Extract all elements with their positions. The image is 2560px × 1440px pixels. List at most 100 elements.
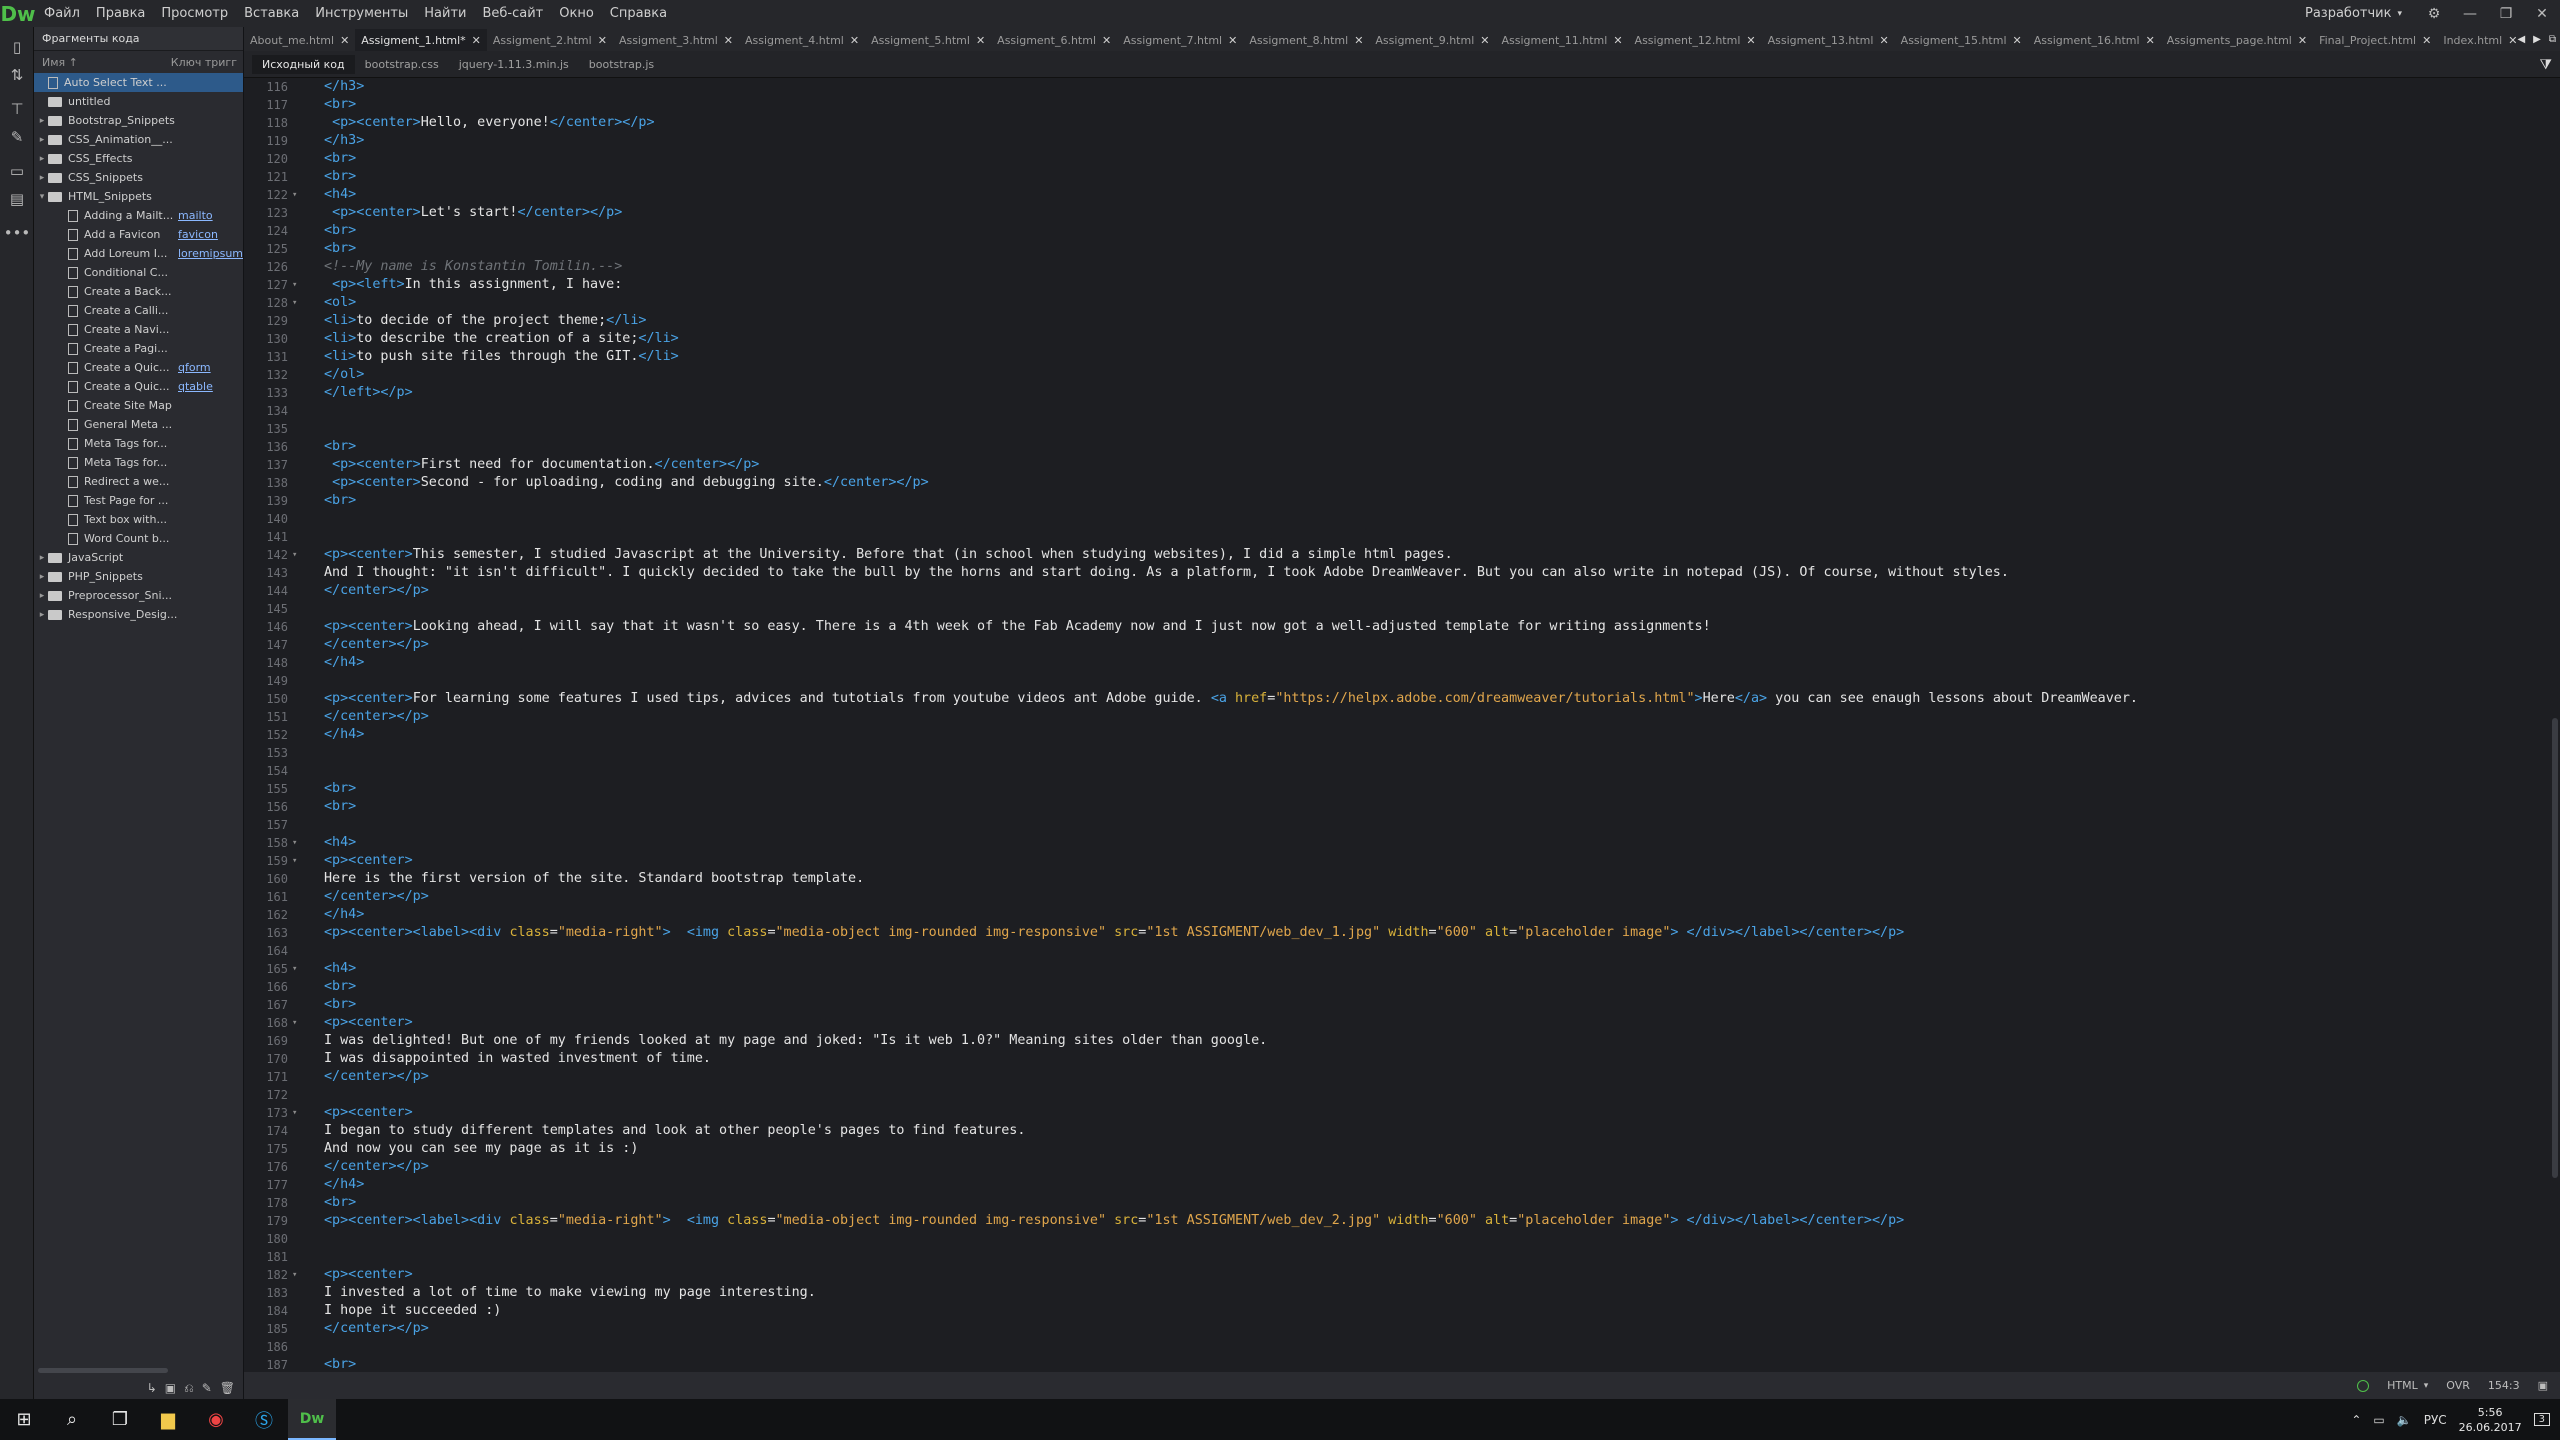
code-line[interactable]: 173 ▾ <p><center> [244, 1104, 2550, 1122]
snippet-item[interactable]: Create a Navi... [34, 320, 243, 339]
fold-chevron-icon[interactable]: ▾ [292, 834, 304, 852]
code-line[interactable]: 130 <li>to describe the creation of a sit… [244, 330, 2550, 348]
snippet-item[interactable]: Add Loreum I... loremipsum [34, 244, 243, 263]
document-tab[interactable]: Assigment_16.html ✕ [2028, 29, 2161, 51]
close-window-button[interactable]: ✕ [2524, 0, 2560, 27]
document-tab[interactable]: Assigment_2.html ✕ [487, 29, 613, 51]
snippet-item[interactable]: Create a Calli... [34, 301, 243, 320]
chevron-right-icon[interactable]: ▸ [36, 572, 48, 582]
snippet-item[interactable]: Add a Favicon favicon [34, 225, 243, 244]
code-line[interactable]: 119 </h3> [244, 132, 2550, 150]
tab-left-icon[interactable]: ◀ [2517, 34, 2525, 45]
snippet-folder[interactable]: ▸ CSS_Effects [34, 149, 243, 168]
code-line[interactable]: 175 And now you can see my page as it is … [244, 1140, 2550, 1158]
windows-start-icon[interactable]: ⊞ [0, 1399, 48, 1440]
code-line[interactable]: 133 </left></p> [244, 384, 2550, 402]
document-tab[interactable]: Assigment_1.html* ✕ [355, 29, 487, 51]
code-line[interactable]: 164 [244, 942, 2550, 960]
chrome-icon[interactable]: ◉ [192, 1399, 240, 1440]
document-tab[interactable]: About_me.html ✕ [244, 29, 355, 51]
column-name[interactable]: Имя ↑ [42, 56, 78, 69]
close-tab-icon[interactable]: ✕ [2013, 34, 2022, 47]
code-line[interactable]: 120 <br> [244, 150, 2550, 168]
more-icon[interactable]: ••• [0, 219, 34, 247]
code-line[interactable]: 128 ▾ <ol> [244, 294, 2550, 312]
snippet-folder[interactable]: ▸ PHP_Snippets [34, 567, 243, 586]
snippet-item[interactable]: Word Count b... [34, 529, 243, 548]
close-tab-icon[interactable]: ✕ [724, 34, 733, 47]
snippet-folder[interactable]: untitled [34, 92, 243, 111]
code-line[interactable]: 135 [244, 420, 2550, 438]
tab-detach-icon[interactable]: ⧉ [2549, 34, 2556, 45]
related-file[interactable]: Исходный код [252, 54, 355, 74]
document-tab[interactable]: Assigment_15.html ✕ [1895, 29, 2028, 51]
close-tab-icon[interactable]: ✕ [850, 34, 859, 47]
fold-chevron-icon[interactable]: ▾ [292, 294, 304, 312]
fold-chevron-icon[interactable]: ▾ [292, 1014, 304, 1032]
chevron-right-icon[interactable]: ▸ [36, 553, 48, 563]
code-line[interactable]: 163 <p><center><label><div class="media-r… [244, 924, 2550, 942]
code-line[interactable]: 183 I invested a lot of time to make view… [244, 1284, 2550, 1302]
edit-snippet-icon[interactable]: ✎ [202, 1381, 212, 1395]
close-tab-icon[interactable]: ✕ [1228, 34, 1237, 47]
code-line[interactable]: 180 [244, 1230, 2550, 1248]
code-line[interactable]: 184 I hope it succeeded :) [244, 1302, 2550, 1320]
delete-icon[interactable]: 🗑 [220, 1381, 235, 1395]
snippet-folder[interactable]: ▸ Responsive_Desig... [34, 605, 243, 624]
code-line[interactable]: 140 [244, 510, 2550, 528]
code-line[interactable]: 153 [244, 744, 2550, 762]
close-tab-icon[interactable]: ✕ [1480, 34, 1489, 47]
menu-item[interactable]: Правка [88, 0, 153, 27]
volume-icon[interactable]: 🔈 [2397, 1413, 2412, 1427]
related-file[interactable]: bootstrap.js [579, 55, 664, 74]
code-line[interactable]: 152 </h4> [244, 726, 2550, 744]
snippet-item[interactable]: Test Page for ... [34, 491, 243, 510]
close-tab-icon[interactable]: ✕ [2508, 34, 2517, 47]
preview-icon[interactable]: ▣ [2538, 1379, 2548, 1392]
fold-chevron-icon[interactable]: ▾ [292, 852, 304, 870]
code-line[interactable]: 155 <br> [244, 780, 2550, 798]
code-editor[interactable]: 116 </h3> 117 <br> 118 <p><center>Hello, eve… [244, 78, 2550, 1372]
document-tab[interactable]: Assigments_page.html ✕ [2161, 29, 2313, 51]
close-tab-icon[interactable]: ✕ [2298, 34, 2307, 47]
code-line[interactable]: 150 <p><center>For learning some features… [244, 690, 2550, 708]
snippet-item[interactable]: Create a Quic... qtable [34, 377, 243, 396]
code-line[interactable]: 176 </center></p> [244, 1158, 2550, 1176]
notification-icon[interactable]: 3 [2533, 1413, 2550, 1426]
document-tab[interactable]: Assigment_6.html ✕ [991, 29, 1117, 51]
git-icon[interactable]: ⇅ [0, 61, 34, 89]
code-line[interactable]: 185 </center></p> [244, 1320, 2550, 1338]
close-tab-icon[interactable]: ✕ [976, 34, 985, 47]
menu-item[interactable]: Окно [551, 0, 602, 27]
code-line[interactable]: 178 <br> [244, 1194, 2550, 1212]
code-line[interactable]: 182 ▾ <p><center> [244, 1266, 2550, 1284]
dom-icon[interactable]: ▭ [0, 157, 34, 185]
skype-icon[interactable]: Ⓢ [240, 1399, 288, 1440]
snippet-item[interactable]: Meta Tags for... [34, 453, 243, 472]
snippet-folder[interactable]: ▸ Preprocessor_Sni... [34, 586, 243, 605]
fold-chevron-icon[interactable]: ▾ [292, 186, 304, 204]
document-tab[interactable]: Assigment_3.html ✕ [613, 29, 739, 51]
chevron-right-icon[interactable]: ▸ [36, 116, 48, 126]
snippet-item[interactable]: Text box with... [34, 510, 243, 529]
fold-chevron-icon[interactable]: ▾ [292, 276, 304, 294]
close-tab-icon[interactable]: ✕ [472, 34, 481, 47]
document-type[interactable]: HTML [2387, 1379, 2418, 1392]
close-tab-icon[interactable]: ✕ [1746, 34, 1755, 47]
insert-mode[interactable]: OVR [2446, 1379, 2470, 1392]
code-line[interactable]: 166 <br> [244, 978, 2550, 996]
document-tab[interactable]: Assigment_13.html ✕ [1762, 29, 1895, 51]
dreamweaver-taskbar-icon[interactable]: Dw [288, 1399, 336, 1440]
insert-snippet-icon[interactable]: ↳ [147, 1381, 157, 1395]
document-tab[interactable]: Assigment_12.html ✕ [1629, 29, 1762, 51]
minimize-button[interactable]: — [2452, 0, 2488, 27]
menu-item[interactable]: Веб-сайт [474, 0, 551, 27]
code-line[interactable]: 129 <li>to decide of the project theme;</… [244, 312, 2550, 330]
snippet-item[interactable]: Create a Back... [34, 282, 243, 301]
chevron-right-icon[interactable]: ▸ [36, 591, 48, 601]
code-line[interactable]: 122 ▾ <h4> [244, 186, 2550, 204]
snippet-folder[interactable]: ▸ JavaScript [34, 548, 243, 567]
close-tab-icon[interactable]: ✕ [2146, 34, 2155, 47]
snippet-item[interactable]: Create a Quic... qform [34, 358, 243, 377]
code-line[interactable]: 174 I began to study different templates … [244, 1122, 2550, 1140]
